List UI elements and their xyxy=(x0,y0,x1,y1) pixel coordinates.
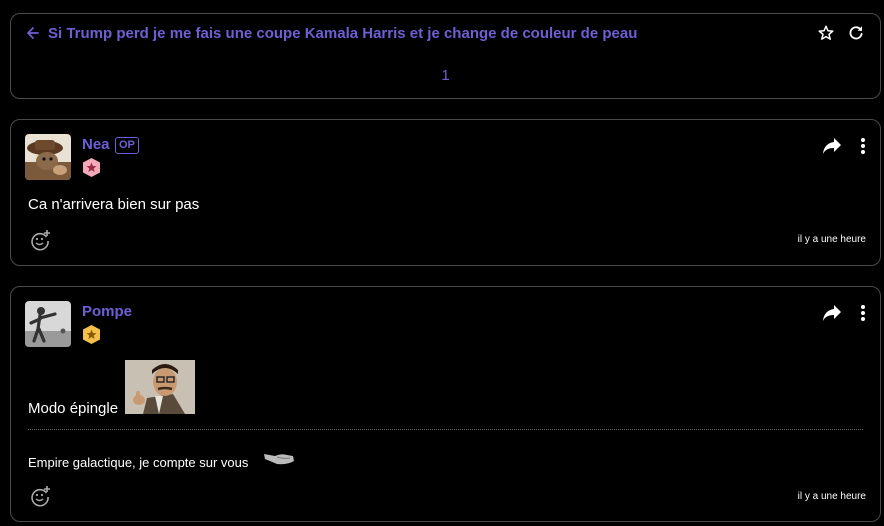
post-text: Ca n'arrivera bien sur pas xyxy=(28,196,200,213)
post-time: il y a une heure xyxy=(797,234,866,245)
avatar[interactable] xyxy=(25,301,71,347)
post-card: Nea OP Ca n'arrivera bien sur pas il y a… xyxy=(10,119,881,266)
avatar-image xyxy=(25,134,71,180)
emoji-add-icon[interactable] xyxy=(29,229,51,251)
arrow-left-icon[interactable] xyxy=(26,25,40,41)
post-card: Pompe Modo épingle Empire galactique, je… xyxy=(10,286,881,522)
emoji-add-icon[interactable] xyxy=(29,485,51,507)
post-text: Modo épingle xyxy=(28,400,119,417)
topic-title[interactable]: Si Trump perd je me fais une coupe Kamal… xyxy=(48,25,637,42)
post-time: il y a une heure xyxy=(797,491,866,502)
signature-divider xyxy=(28,429,863,430)
share-icon[interactable] xyxy=(822,304,842,322)
sticker-image xyxy=(125,360,195,414)
share-icon[interactable] xyxy=(822,137,842,155)
username[interactable]: Nea xyxy=(82,136,110,153)
refresh-icon[interactable] xyxy=(847,24,865,42)
avatar[interactable] xyxy=(25,134,71,180)
topic-header: Si Trump perd je me fais une coupe Kamal… xyxy=(10,13,881,99)
kebab-menu-icon[interactable] xyxy=(860,137,866,155)
op-badge: OP xyxy=(115,137,139,154)
rank-badge-icon xyxy=(83,158,100,177)
rank-badge-icon xyxy=(83,325,100,344)
username[interactable]: Pompe xyxy=(82,303,132,320)
avatar-image xyxy=(25,301,71,347)
star-icon[interactable] xyxy=(817,24,835,42)
page-number[interactable]: 1 xyxy=(11,67,880,84)
signature-text: Empire galactique, je compte sur vous xyxy=(28,455,249,470)
kebab-menu-icon[interactable] xyxy=(860,304,866,322)
hand-sticker-image xyxy=(264,454,294,465)
